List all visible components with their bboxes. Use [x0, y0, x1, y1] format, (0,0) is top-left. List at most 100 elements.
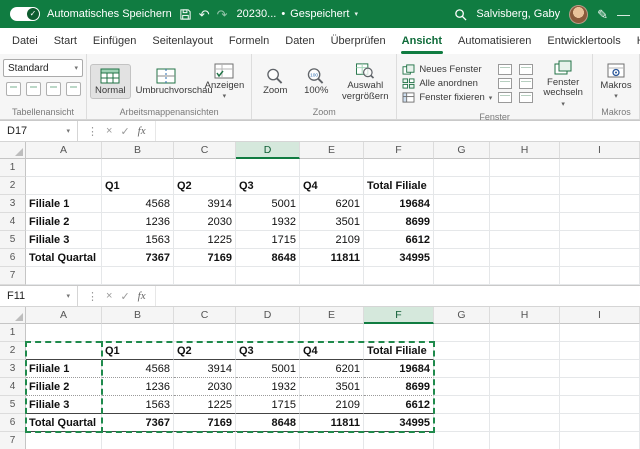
- cancel-icon[interactable]: ×: [106, 125, 112, 137]
- row-header-5[interactable]: 5: [0, 231, 26, 249]
- cell-B2[interactable]: Q1: [102, 177, 174, 195]
- cell-G2[interactable]: [434, 177, 490, 195]
- cell-D7[interactable]: [236, 432, 300, 449]
- cell-C5[interactable]: 1225: [174, 231, 236, 249]
- cell-F2[interactable]: Total Filiale: [364, 177, 434, 195]
- cell-D4[interactable]: 1932: [236, 378, 300, 396]
- cell-B2[interactable]: Q1: [102, 342, 174, 360]
- name-box-1[interactable]: D17 ▾: [0, 121, 78, 141]
- cell-C6[interactable]: 7169: [174, 414, 236, 432]
- save-icon[interactable]: [179, 8, 192, 21]
- tab-einfügen[interactable]: Einfügen: [85, 28, 144, 54]
- row-header-5[interactable]: 5: [0, 396, 26, 414]
- select-all-button[interactable]: [0, 142, 26, 159]
- cell-G7[interactable]: [434, 432, 490, 449]
- tab-entwicklertools[interactable]: Entwicklertools: [539, 28, 628, 54]
- cell-B5[interactable]: 1563: [102, 396, 174, 414]
- zoom-100-button[interactable]: 100 100%: [296, 64, 336, 98]
- cell-B7[interactable]: [102, 267, 174, 285]
- enter-icon[interactable]: ✓: [120, 125, 129, 138]
- cell-F1[interactable]: [364, 324, 434, 342]
- minimize-icon[interactable]: —: [617, 8, 630, 21]
- cell-I5[interactable]: [560, 396, 640, 414]
- cell-C3[interactable]: 3914: [174, 360, 236, 378]
- user-name[interactable]: Salvisberg, Gaby: [476, 8, 560, 20]
- tab-start[interactable]: Start: [46, 28, 85, 54]
- cell-A7[interactable]: [26, 267, 102, 285]
- cell-A6[interactable]: Total Quartal: [26, 249, 102, 267]
- row-header-1[interactable]: 1: [0, 324, 26, 342]
- column-header-D[interactable]: D: [236, 307, 300, 324]
- cell-F4[interactable]: 8699: [364, 213, 434, 231]
- cell-G5[interactable]: [434, 396, 490, 414]
- cell-D6[interactable]: 8648: [236, 414, 300, 432]
- tab-überprüfen[interactable]: Überprüfen: [323, 28, 394, 54]
- cell-I4[interactable]: [560, 213, 640, 231]
- cell-E4[interactable]: 3501: [300, 213, 364, 231]
- column-header-C[interactable]: C: [174, 307, 236, 324]
- cell-C7[interactable]: [174, 267, 236, 285]
- cell-B6[interactable]: 7367: [102, 414, 174, 432]
- cell-H1[interactable]: [490, 324, 560, 342]
- cancel-icon[interactable]: ×: [106, 290, 112, 302]
- cell-B3[interactable]: 4568: [102, 195, 174, 213]
- tab-hilfe[interactable]: Hilfe: [629, 28, 640, 54]
- cell-A5[interactable]: Filiale 3: [26, 231, 102, 249]
- undo-icon[interactable]: ↶: [199, 8, 210, 21]
- sheet-view-options-icon[interactable]: [66, 82, 81, 96]
- redo-icon[interactable]: ↷: [217, 8, 228, 21]
- column-header-H[interactable]: H: [490, 307, 560, 324]
- cell-A4[interactable]: Filiale 2: [26, 213, 102, 231]
- row-header-1[interactable]: 1: [0, 159, 26, 177]
- cell-I3[interactable]: [560, 195, 640, 213]
- cell-C3[interactable]: 3914: [174, 195, 236, 213]
- cell-H6[interactable]: [490, 414, 560, 432]
- row-header-4[interactable]: 4: [0, 213, 26, 231]
- cell-C4[interactable]: 2030: [174, 378, 236, 396]
- show-menu-button[interactable]: Anzeigen ▾: [201, 60, 249, 103]
- cell-E5[interactable]: 2109: [300, 231, 364, 249]
- cell-C4[interactable]: 2030: [174, 213, 236, 231]
- name-box-2[interactable]: F11 ▾: [0, 286, 78, 306]
- sheet-view-new-icon[interactable]: [46, 82, 61, 96]
- insert-function-icon[interactable]: fx: [138, 290, 146, 302]
- cell-G4[interactable]: [434, 378, 490, 396]
- cell-B4[interactable]: 1236: [102, 213, 174, 231]
- insert-function-icon[interactable]: fx: [138, 125, 146, 137]
- cell-E3[interactable]: 6201: [300, 195, 364, 213]
- cell-D7[interactable]: [236, 267, 300, 285]
- cell-B6[interactable]: 7367: [102, 249, 174, 267]
- cell-D3[interactable]: 5001: [236, 195, 300, 213]
- cell-G5[interactable]: [434, 231, 490, 249]
- view-side-by-side-icon[interactable]: [519, 64, 533, 75]
- cell-A3[interactable]: Filiale 1: [26, 360, 102, 378]
- cell-A6[interactable]: Total Quartal: [26, 414, 102, 432]
- cell-A1[interactable]: [26, 324, 102, 342]
- column-header-F[interactable]: F: [364, 142, 434, 159]
- cell-E3[interactable]: 6201: [300, 360, 364, 378]
- tab-seitenlayout[interactable]: Seitenlayout: [144, 28, 221, 54]
- cell-F7[interactable]: [364, 432, 434, 449]
- cell-A1[interactable]: [26, 159, 102, 177]
- cell-H3[interactable]: [490, 360, 560, 378]
- column-header-B[interactable]: B: [102, 142, 174, 159]
- tab-ansicht[interactable]: Ansicht: [394, 28, 450, 54]
- cell-G6[interactable]: [434, 249, 490, 267]
- cell-G3[interactable]: [434, 360, 490, 378]
- cell-I4[interactable]: [560, 378, 640, 396]
- cell-B7[interactable]: [102, 432, 174, 449]
- search-icon[interactable]: [454, 8, 467, 21]
- cell-E4[interactable]: 3501: [300, 378, 364, 396]
- cell-D5[interactable]: 1715: [236, 396, 300, 414]
- reset-window-position-icon[interactable]: [519, 92, 533, 103]
- row-header-7[interactable]: 7: [0, 267, 26, 285]
- cell-G4[interactable]: [434, 213, 490, 231]
- document-title[interactable]: 20230... • Gespeichert ▾: [237, 8, 358, 20]
- sheet-view-exit-icon[interactable]: [26, 82, 41, 96]
- cell-E7[interactable]: [300, 432, 364, 449]
- cell-I6[interactable]: [560, 414, 640, 432]
- cell-D1[interactable]: [236, 324, 300, 342]
- cell-D2[interactable]: Q3: [236, 342, 300, 360]
- cell-G2[interactable]: [434, 342, 490, 360]
- split-window-icon[interactable]: [498, 64, 512, 75]
